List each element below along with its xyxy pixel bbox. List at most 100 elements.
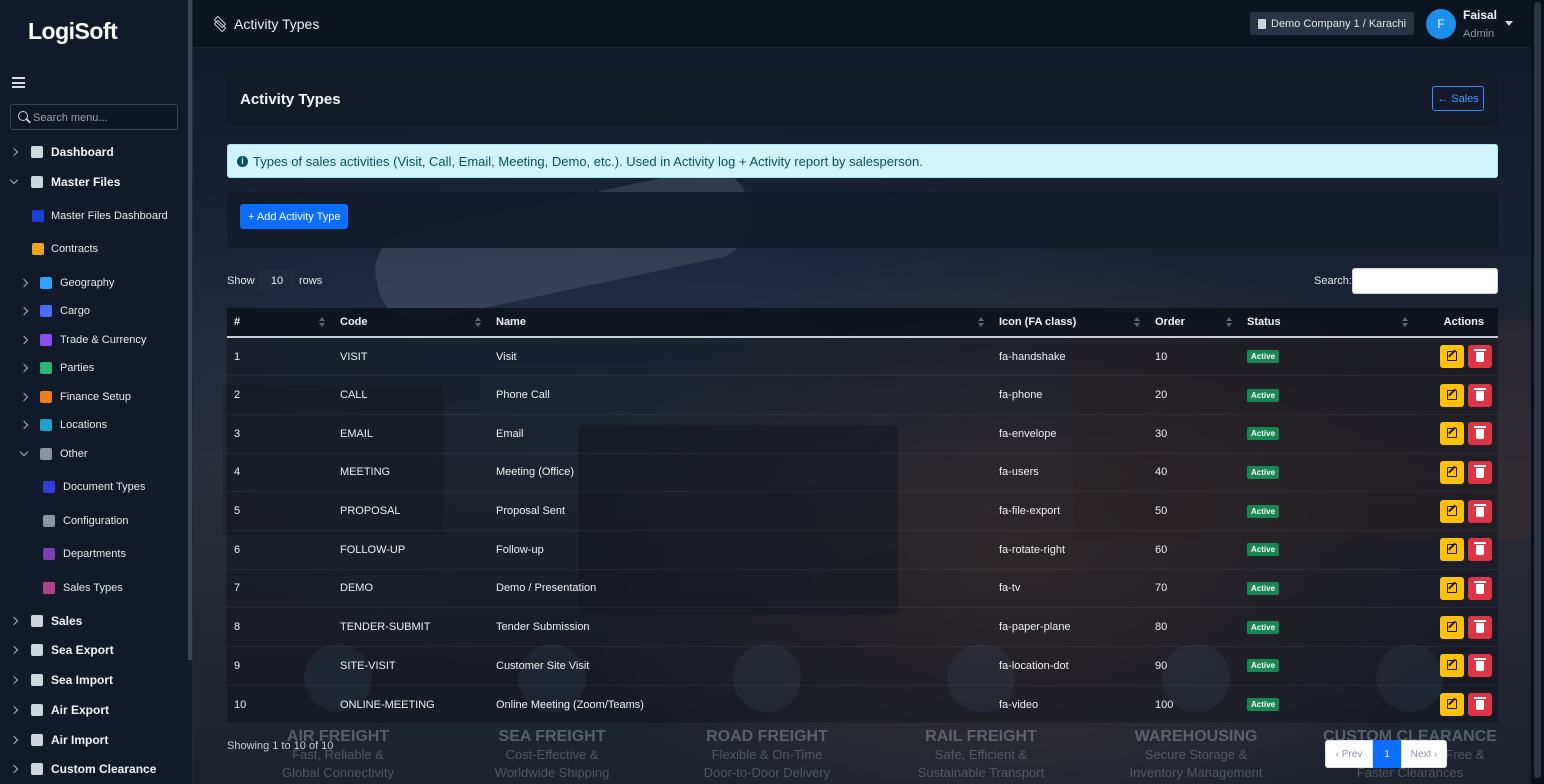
cell-order: 40 [1148, 453, 1240, 493]
sidebar-item-geography[interactable]: Geography [0, 271, 190, 295]
table-row[interactable]: 4 MEETING Meeting (Office) fa-users 40 Active [227, 453, 1498, 493]
add-activity-type-button[interactable]: + Add Activity Type [240, 204, 349, 229]
status-badge: Active [1247, 350, 1280, 364]
delete-button[interactable] [1468, 654, 1492, 678]
sidebar: LogiSoft Dashboard Master Files Master Fil… [0, 0, 193, 784]
edit-button[interactable] [1440, 615, 1464, 639]
sidebar-item-dashboard[interactable]: Dashboard [0, 140, 190, 164]
table-row[interactable]: 2 CALL Phone Call fa-phone 20 Active [227, 375, 1498, 415]
sidebar-item-sales[interactable]: Sales [0, 609, 190, 633]
caret-down-icon[interactable] [1505, 21, 1513, 26]
delete-button[interactable] [1468, 693, 1492, 717]
delete-button[interactable] [1468, 460, 1492, 484]
edit-button[interactable] [1440, 693, 1464, 717]
column-header-actions[interactable]: Actions [1416, 308, 1498, 338]
sidebar-item-air-import[interactable]: Air Import [0, 728, 190, 752]
edit-button[interactable] [1440, 576, 1464, 600]
edit-button[interactable] [1440, 538, 1464, 562]
cell-name: Visit [489, 337, 992, 377]
sidebar-item-finance-setup[interactable]: Finance Setup [0, 385, 190, 409]
sidebar-scrollbar[interactable] [188, 0, 192, 660]
delete-button[interactable] [1468, 345, 1492, 369]
table-row[interactable]: 3 EMAIL Email fa-envelope 30 Active [227, 414, 1498, 454]
delete-button[interactable] [1468, 422, 1492, 446]
chevron-right-icon [9, 147, 19, 157]
tags-icon [40, 448, 52, 460]
user-name[interactable]: Faisal [1463, 8, 1497, 22]
sidebar-item-trade-currency[interactable]: Trade & Currency [0, 328, 190, 352]
delete-button[interactable] [1468, 499, 1492, 523]
company-selector[interactable]: Demo Company 1 / Karachi [1250, 12, 1415, 35]
sidebar-item-label: Master Files Dashboard [51, 210, 168, 222]
warehouse-icon [40, 419, 52, 431]
table-row[interactable]: 9 SITE-VISIT Customer Site Visit fa-locatio… [227, 646, 1498, 686]
status-badge: Active [1247, 427, 1280, 441]
cell-status: Active [1240, 375, 1416, 415]
topbar: Activity Types Demo Company 1 / Karachi … [193, 0, 1531, 48]
sidebar-item-locations[interactable]: Locations [0, 413, 190, 437]
column-header-status[interactable]: Status [1240, 308, 1416, 338]
delete-button[interactable] [1468, 538, 1492, 562]
table-row[interactable]: 10 ONLINE-MEETING Online Meeting (Zoom/Tea… [227, 685, 1498, 725]
column-header-name[interactable]: Name [489, 308, 992, 338]
chart-line-icon [31, 146, 43, 158]
avatar[interactable]: F [1426, 9, 1456, 39]
edit-button[interactable] [1440, 345, 1464, 369]
app-logo[interactable]: LogiSoft [28, 18, 118, 45]
delete-button[interactable] [1468, 383, 1492, 407]
sidebar-item-contracts[interactable]: Contracts [0, 237, 190, 261]
service-sub2: Global Connectivity [282, 765, 394, 780]
page-1-button[interactable]: 1 [1373, 740, 1401, 768]
card-title: Activity Types [240, 91, 341, 108]
cell-n: 1 [227, 337, 333, 377]
sidebar-item-cargo[interactable]: Cargo [0, 299, 190, 323]
cell-name: Online Meeting (Zoom/Teams) [489, 685, 992, 725]
sidebar-item-other[interactable]: Other [0, 442, 190, 466]
cell-actions [1416, 453, 1498, 493]
sidebar-item-sea-import[interactable]: Sea Import [0, 668, 190, 692]
page-scrollbar[interactable] [1531, 0, 1544, 784]
sidebar-item-custom-clearance[interactable]: Custom Clearance [0, 757, 190, 781]
cell-actions [1416, 530, 1498, 570]
sidebar-item-label: Contracts [51, 243, 99, 255]
column-header-order[interactable]: Order [1148, 308, 1240, 338]
sidebar-item-sea-export[interactable]: Sea Export [0, 638, 190, 662]
delete-button[interactable] [1468, 576, 1492, 600]
sidebar-item-sales-types[interactable]: Sales Types [0, 576, 190, 600]
column-header-icon-fa-class[interactable]: Icon (FA class) [992, 308, 1148, 338]
edit-button[interactable] [1440, 422, 1464, 446]
edit-button[interactable] [1440, 654, 1464, 678]
column-header-[interactable]: # [227, 308, 333, 338]
table-row[interactable]: 6 FOLLOW-UP Follow-up fa-rotate-right 60 Acti… [227, 530, 1498, 570]
table-row[interactable]: 5 PROPOSAL Proposal Sent fa-file-export 50 Ac… [227, 491, 1498, 531]
table-search-input[interactable] [1352, 268, 1498, 294]
sidebar-item-document-types[interactable]: Document Types [0, 475, 190, 499]
chevron-right-icon [9, 735, 19, 745]
user-role: Admin [1463, 28, 1495, 40]
table-row[interactable]: 8 TENDER-SUBMIT Tender Submission fa-paper-… [227, 607, 1498, 647]
rows-per-page-select[interactable]: 10 [259, 269, 295, 293]
sidebar-item-parties[interactable]: Parties [0, 356, 190, 380]
menu-toggle-icon[interactable] [12, 77, 25, 88]
sidebar-search[interactable] [10, 104, 178, 130]
sidebar-item-configuration[interactable]: Configuration [0, 509, 190, 533]
table-row[interactable]: 1 VISIT Visit fa-handshake 10 Active [227, 337, 1498, 377]
sidebar-search-input[interactable] [33, 109, 173, 126]
trash-icon [1474, 658, 1486, 672]
edit-button[interactable] [1440, 383, 1464, 407]
sidebar-item-label: Parties [60, 362, 95, 374]
cell-order: 80 [1148, 607, 1240, 647]
prev-page-button[interactable]: ‹ Prev [1325, 740, 1373, 768]
column-header-code[interactable]: Code [333, 308, 489, 338]
delete-button[interactable] [1468, 615, 1492, 639]
sidebar-item-master-files-dashboard[interactable]: Master Files Dashboard [0, 204, 190, 228]
back-to-sales-button[interactable]: ← Sales [1432, 86, 1484, 111]
edit-button[interactable] [1440, 460, 1464, 484]
table-row[interactable]: 7 DEMO Demo / Presentation fa-tv 70 Active [227, 569, 1498, 609]
next-page-button[interactable]: Next › [1401, 740, 1447, 768]
sidebar-item-air-export[interactable]: Air Export [0, 698, 190, 722]
sidebar-item-departments[interactable]: Departments [0, 542, 190, 566]
sidebar-item-master-files[interactable]: Master Files [0, 170, 190, 194]
chevron-down-icon [9, 175, 19, 185]
edit-button[interactable] [1440, 499, 1464, 523]
